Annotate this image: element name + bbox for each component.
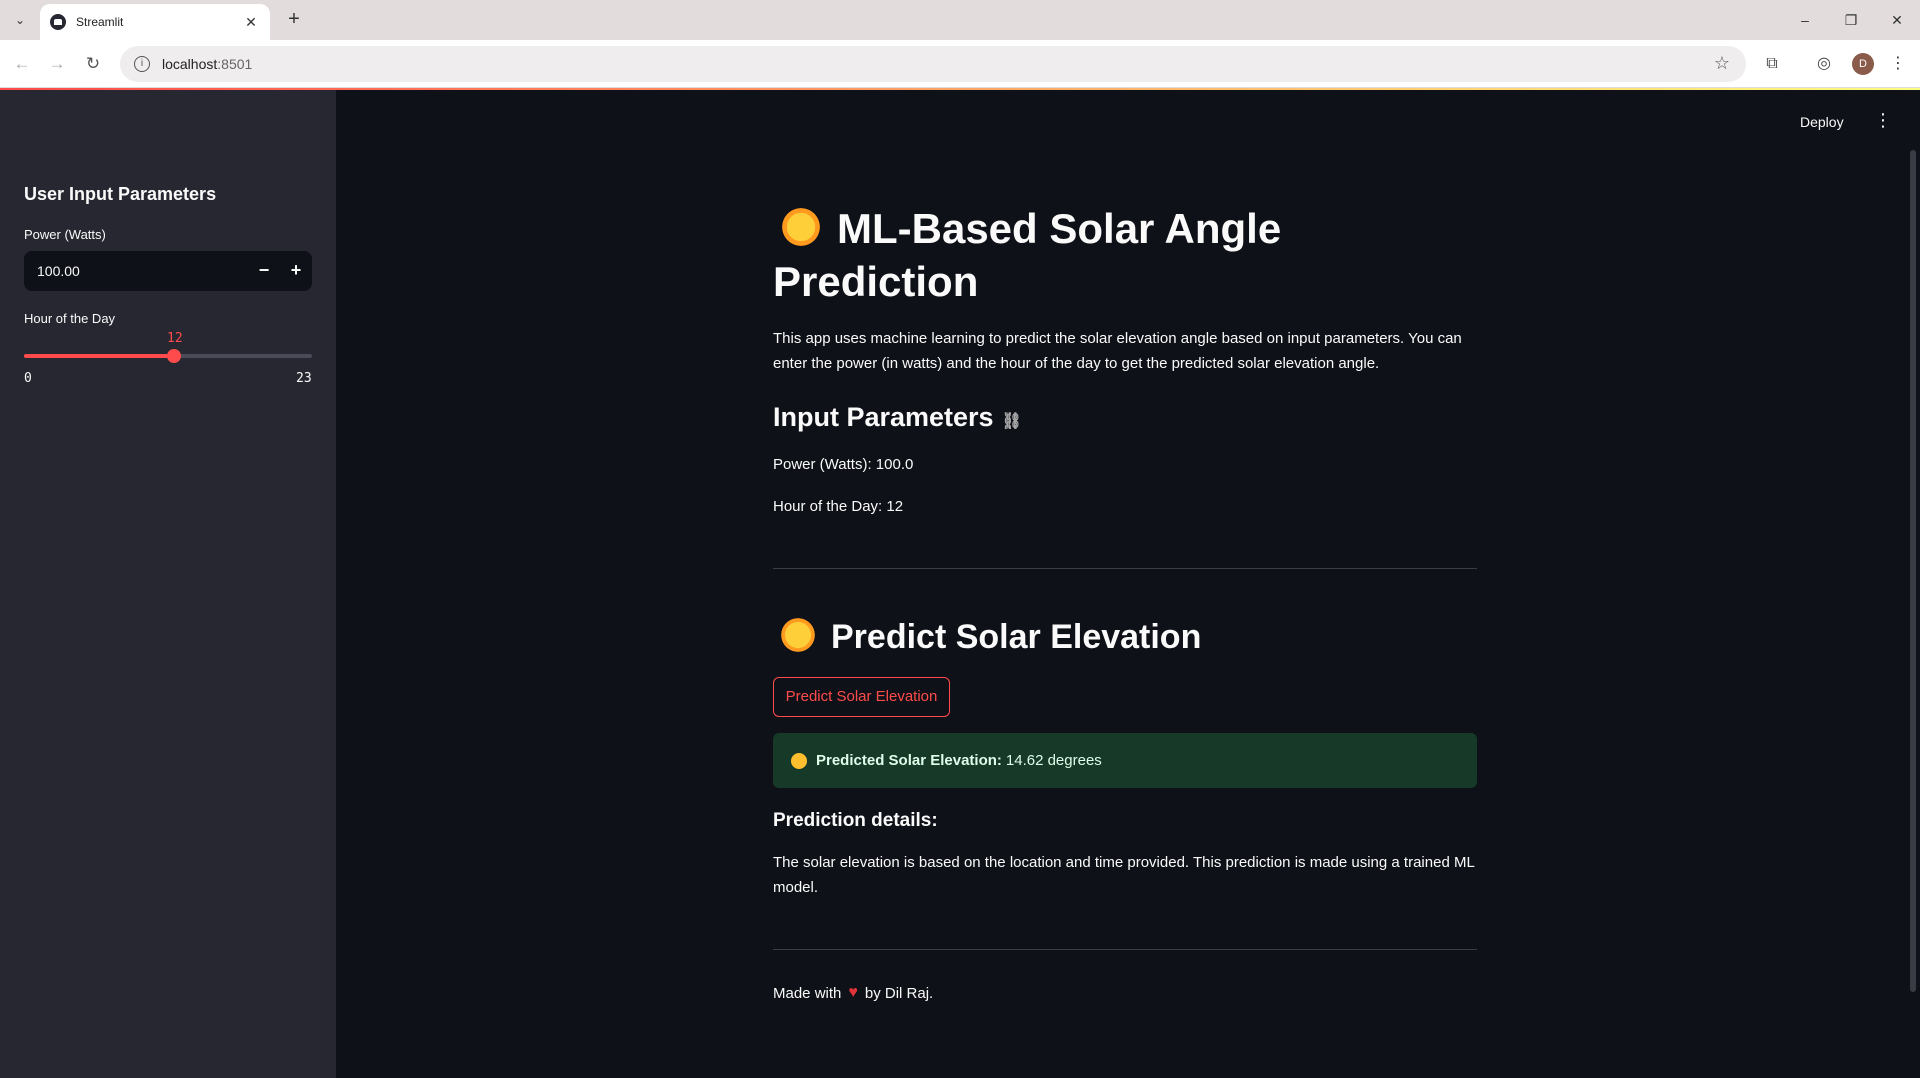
result-value: 14.62 degrees <box>1005 752 1102 769</box>
sidebar: User Input Parameters Power (Watts) 100.… <box>0 90 336 1078</box>
tab-title: Streamlit <box>76 15 124 29</box>
performance-icon[interactable]: ◎ <box>1812 52 1836 76</box>
predict-header-text: Predict Solar Elevation <box>831 618 1202 656</box>
hour-slider-fill <box>24 354 175 358</box>
page-title: ML-Based Solar Angle Prediction <box>773 202 1477 308</box>
hour-slider-value: 12 <box>167 331 183 346</box>
input-parameters-header-text: Input Parameters <box>773 402 994 432</box>
browser-tab-bar: ⌄ Streamlit ✕ + – ❐ ✕ <box>0 0 1920 40</box>
url-host: localhost <box>162 56 218 72</box>
back-icon[interactable]: ← <box>10 52 34 76</box>
main-scrollbar[interactable] <box>1910 150 1916 992</box>
power-display: Power (Watts): 100.0 <box>773 456 914 473</box>
page-title-text: ML-Based Solar Angle Prediction <box>773 205 1282 305</box>
hour-slider-max: 23 <box>296 371 312 386</box>
browser-menu-kebab-icon[interactable]: ⋮ <box>1888 52 1908 76</box>
restore-icon[interactable]: ❐ <box>1836 8 1866 32</box>
main-menu-kebab-icon[interactable]: ⋮ <box>1874 110 1892 131</box>
power-decrement-button[interactable]: − <box>248 251 280 291</box>
deploy-button[interactable]: Deploy <box>1800 114 1844 130</box>
browser-tab[interactable]: Streamlit ✕ <box>40 4 270 40</box>
extensions-icon[interactable]: ⧉ <box>1760 52 1784 76</box>
sidebar-title: User Input Parameters <box>24 184 217 204</box>
prediction-result-alert: Predicted Solar Elevation: 14.62 degrees <box>773 733 1477 788</box>
footer-divider <box>773 949 1477 950</box>
minimize-icon[interactable]: – <box>1790 8 1820 32</box>
new-tab-plus-icon[interactable]: + <box>282 8 306 32</box>
footer-prefix: Made with <box>773 984 842 1002</box>
intro-paragraph: This app uses machine learning to predic… <box>773 330 1462 372</box>
footer-suffix: by Dil Raj. <box>864 984 934 1002</box>
tab-search-chevron-down-icon[interactable]: ⌄ <box>8 8 32 32</box>
anchor-link-icon[interactable]: ⛓ <box>1002 413 1022 430</box>
heart-icon: ♥ <box>848 984 858 1001</box>
predict-button[interactable]: Predict Solar Elevation <box>773 677 950 717</box>
site-info-icon[interactable]: i <box>134 56 150 72</box>
prediction-details-header: Prediction details: <box>773 810 938 831</box>
reload-icon[interactable]: ↻ <box>81 52 105 76</box>
bookmark-star-icon[interactable]: ☆ <box>1714 53 1730 74</box>
predict-header: Predict Solar Elevation <box>773 616 1201 657</box>
input-parameters-header: Input Parameters ⛓ <box>773 402 1022 433</box>
power-number-input: 100.00 − + <box>24 251 312 291</box>
tab-close-icon[interactable]: ✕ <box>242 14 260 31</box>
forward-icon[interactable]: → <box>45 52 69 76</box>
hour-slider-min: 0 <box>24 371 32 386</box>
smiling-sun-emoji-icon <box>779 616 817 654</box>
sun-emoji-icon <box>779 205 823 249</box>
profile-avatar[interactable]: D <box>1852 53 1874 75</box>
result-label: Predicted Solar Elevation: <box>816 752 1002 769</box>
hour-slider-thumb[interactable] <box>167 349 182 363</box>
window-close-icon[interactable]: ✕ <box>1882 8 1912 32</box>
power-label: Power (Watts) <box>24 227 106 242</box>
url-input[interactable]: i localhost:8501 ☆ <box>120 46 1746 82</box>
footer: Made with ♥ by Dil Raj. <box>773 984 933 1002</box>
power-increment-button[interactable]: + <box>280 251 312 291</box>
browser-address-bar: ← → ↻ i localhost:8501 ☆ ⧉ ◎ D ⋮ <box>0 40 1920 88</box>
power-input-field[interactable]: 100.00 <box>24 263 248 279</box>
divider <box>773 568 1477 569</box>
smiling-sun-emoji-icon <box>791 752 807 769</box>
prediction-details-text: The solar elevation is based on the loca… <box>773 854 1475 896</box>
url-port: :8501 <box>217 56 253 72</box>
streamlit-favicon-icon <box>50 14 66 30</box>
hour-display: Hour of the Day: 12 <box>773 498 904 515</box>
hour-label: Hour of the Day <box>24 311 116 326</box>
